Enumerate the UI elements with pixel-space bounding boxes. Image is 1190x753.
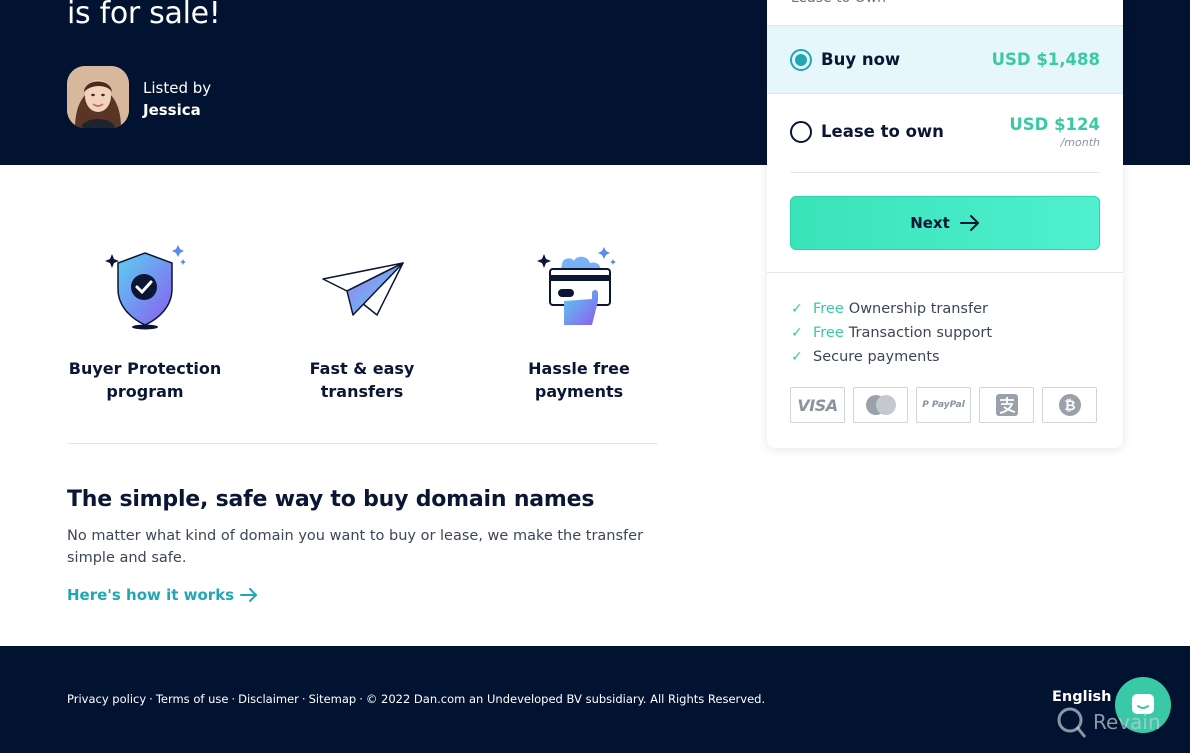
copyright-text: © 2022 Dan.com an Undeveloped BV subsidi… [365,692,766,706]
section-heading: The simple, safe way to buy domain names [67,487,595,512]
visa-icon: VISA [790,387,845,423]
arrow-right-icon [240,588,258,602]
buy-now-radio[interactable] [790,48,812,71]
hero-title: is for sale! [67,0,221,31]
benefit-item: ✓ Free Transaction support [791,325,993,341]
svg-text:₿: ₿ [1064,398,1075,414]
benefit-item: ✓ Free Ownership transfer [791,301,988,317]
alipay-icon [979,387,1034,423]
card-divider [767,272,1123,273]
checkmark-icon: ✓ [791,325,803,341]
feature-label: Hassle free payments [528,359,630,401]
next-button[interactable]: Next [790,196,1100,250]
how-it-works-link[interactable]: Here's how it works [67,586,258,604]
shield-check-icon [105,245,186,330]
checkmark-icon: ✓ [791,301,803,317]
card-payment-icon [537,247,616,325]
listed-by: Listed by Jessica [143,77,211,121]
benefit-item: ✓ Secure payments [791,349,940,365]
disclaimer-link[interactable]: Disclaimer [238,692,299,706]
footer: Privacy policy · Terms of use · Disclaimer · S… [0,646,1190,753]
section-description: No matter what kind of domain you want t… [67,528,644,566]
benefits-list: ✓ Free Ownership transfer ✓ Free Transac… [791,297,992,369]
features-list: Buyer Protection program Fast & easy tra… [67,245,657,405]
option-lease-to-own[interactable]: Lease to own USD $124 /month [767,94,1123,169]
paper-plane-icon [322,262,404,316]
checkmark-icon: ✓ [791,349,803,365]
feature-hassle-free: Hassle free payments [499,245,659,403]
paypal-icon: P PayPal [916,387,971,423]
price-period: /month [1060,135,1100,149]
terms-of-use-link[interactable]: Terms of use [156,692,229,706]
watermark: Revain [1055,705,1161,739]
option-label: Buy now [821,50,901,69]
mastercard-icon [853,387,908,423]
seller-name: Jessica [143,101,201,119]
feature-label: Buyer Protection program [68,359,222,401]
feature-buyer-protection: Buyer Protection program [65,245,225,403]
bitcoin-icon: ₿ [1042,387,1097,423]
sitemap-link[interactable]: Sitemap [309,692,357,706]
payment-methods: VISA P PayPal ₿ [790,387,1097,423]
feature-fast-transfers: Fast & easy transfers [282,245,442,403]
arrow-right-icon [959,215,979,231]
option-buy-now[interactable]: Buy now USD $1,488 [767,25,1123,94]
lease-to-own-option-partial: Lease to Own [791,0,886,6]
revain-logo-icon [1057,707,1087,738]
buy-now-price: USD $1,488 [991,50,1100,69]
lease-price: USD $124 /month [1009,114,1100,149]
lease-radio[interactable] [790,120,812,143]
footer-links: Privacy policy · Terms of use · Disclaimer · S… [67,692,766,706]
purchase-card: Lease to Own Buy now USD $1,488 Lease to… [767,0,1123,448]
section-divider [67,443,658,444]
option-label: Lease to own [821,122,944,141]
privacy-policy-link[interactable]: Privacy policy [67,692,146,706]
listed-by-label: Listed by [143,79,212,97]
language-selector[interactable]: English [1052,689,1112,705]
seller-avatar [67,66,129,128]
options-divider [790,172,1100,173]
feature-label: Fast & easy transfers [309,359,415,401]
